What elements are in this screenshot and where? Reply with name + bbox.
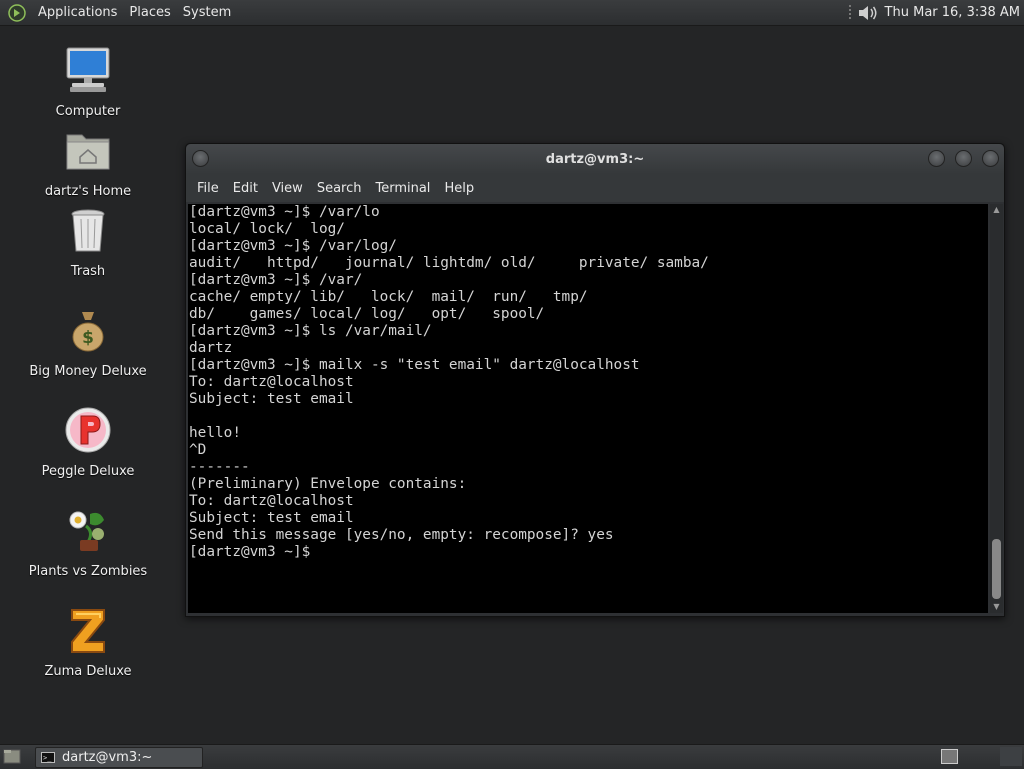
- volume-icon[interactable]: [857, 4, 879, 22]
- desktop-icon-zuma[interactable]: Zuma Deluxe: [18, 606, 158, 679]
- maximize-button[interactable]: [955, 150, 972, 167]
- terminal-line: (Preliminary) Envelope contains:: [189, 476, 467, 492]
- menu-search[interactable]: Search: [310, 181, 369, 196]
- svg-text:$: $: [82, 328, 94, 348]
- menu-terminal[interactable]: Terminal: [368, 181, 437, 196]
- terminal-line: [dartz@vm3 ~]$ /var/: [189, 272, 363, 288]
- terminal-line: [dartz@vm3 ~]$ ls /var/mail/: [189, 323, 432, 339]
- terminal-line: db/ games/ local/ log/ opt/ spool/: [189, 306, 545, 322]
- menu-help[interactable]: Help: [437, 181, 481, 196]
- menu-view[interactable]: View: [265, 181, 310, 196]
- home-folder-icon: [66, 134, 110, 170]
- trash-icon: [71, 209, 105, 252]
- terminal-menubar: File Edit View Search Terminal Help: [186, 174, 1004, 202]
- terminal-line: audit/ httpd/ journal/ lightdm/ old/ pri…: [189, 255, 709, 271]
- terminal-prompt-line: [dartz@vm3 ~]$: [189, 544, 319, 560]
- desktop-icon-computer[interactable]: Computer: [18, 46, 158, 119]
- desktop-icon-label: dartz's Home: [44, 184, 132, 199]
- money-bag-icon: $: [72, 312, 104, 352]
- terminal-line: To: dartz@localhost: [189, 374, 354, 390]
- terminal-line: Subject: test email: [189, 391, 354, 407]
- applications-menu[interactable]: Applications: [32, 5, 123, 20]
- terminal-line: cache/ empty/ lib/ lock/ mail/ run/ tmp/: [189, 289, 588, 305]
- desktop-icon-home[interactable]: dartz's Home: [18, 126, 158, 199]
- desktop-icon-label: Zuma Deluxe: [44, 664, 132, 679]
- plants-vs-zombies-icon: [69, 511, 104, 551]
- desktop-icon-peggle[interactable]: Peggle Deluxe: [18, 406, 158, 479]
- close-button[interactable]: [982, 150, 999, 167]
- scroll-up-arrow-icon[interactable]: ▲: [990, 204, 1003, 216]
- distro-logo-icon[interactable]: [8, 3, 26, 22]
- zuma-icon: [71, 609, 105, 653]
- window-title: dartz@vm3:~: [545, 152, 645, 167]
- terminal-line: hello!: [189, 425, 241, 441]
- terminal-icon: >_: [41, 752, 55, 763]
- bottom-panel: >_ dartz@vm3:~: [0, 744, 1024, 769]
- places-menu[interactable]: Places: [123, 5, 176, 20]
- desktop-icon-label: Plants vs Zombies: [28, 564, 148, 579]
- terminal-window[interactable]: dartz@vm3:~ File Edit View Search Termin…: [185, 143, 1005, 617]
- taskbar-button-label: dartz@vm3:~: [62, 750, 153, 765]
- terminal-line: ^D: [189, 442, 207, 458]
- terminal-line: [dartz@vm3 ~]$ /var/log/: [189, 238, 397, 254]
- system-menu[interactable]: System: [177, 5, 237, 20]
- terminal-line: To: dartz@localhost: [189, 493, 354, 509]
- desktop-icon-plants-vs-zombies[interactable]: Plants vs Zombies: [18, 506, 158, 579]
- workspace-switcher-empty[interactable]: [1000, 747, 1022, 766]
- terminal-titlebar[interactable]: dartz@vm3:~: [186, 144, 1004, 174]
- tray-separator: [848, 4, 851, 21]
- minimize-button[interactable]: [928, 150, 945, 167]
- scrollbar-thumb[interactable]: [992, 539, 1001, 599]
- workspace-switcher[interactable]: [941, 749, 958, 764]
- terminal-scrollbar[interactable]: ▲ ▼: [990, 204, 1003, 613]
- terminal-line: dartz: [189, 340, 233, 356]
- terminal-line: [dartz@vm3 ~]$ /var/lo: [189, 204, 380, 220]
- terminal-line: Send this message [yes/no, empty: recomp…: [189, 527, 614, 543]
- clock[interactable]: Thu Mar 16, 3:38 AM: [885, 5, 1020, 20]
- computer-icon: [66, 47, 110, 92]
- terminal-text: [dartz@vm3 ~]$ /var/lo local/ lock/ log/…: [188, 204, 988, 561]
- show-desktop-icon[interactable]: [3, 748, 21, 765]
- peggle-icon: [65, 407, 111, 453]
- menu-edit[interactable]: Edit: [226, 181, 265, 196]
- menu-file[interactable]: File: [190, 181, 226, 196]
- desktop-icon-trash[interactable]: Trash: [18, 206, 158, 279]
- desktop-icon-label: Peggle Deluxe: [41, 464, 135, 479]
- terminal-line: [dartz@vm3 ~]$ mailx -s "test email" dar…: [189, 357, 640, 373]
- terminal-line: local/ lock/ log/: [189, 221, 345, 237]
- terminal-line: Subject: test email: [189, 510, 354, 526]
- top-panel: Applications Places System Thu Mar 16, 3…: [0, 0, 1024, 26]
- desktop-icon-label: Trash: [70, 264, 106, 279]
- scroll-down-arrow-icon[interactable]: ▼: [990, 601, 1003, 613]
- desktop-icon-label: Computer: [55, 104, 121, 119]
- desktop-icon-label: Big Money Deluxe: [29, 364, 147, 379]
- desktop-icon-big-money[interactable]: $ Big Money Deluxe: [18, 306, 158, 379]
- taskbar-terminal-button[interactable]: >_ dartz@vm3:~: [35, 747, 203, 768]
- terminal-line: -------: [189, 459, 250, 475]
- terminal-output-area[interactable]: [dartz@vm3 ~]$ /var/lo local/ lock/ log/…: [188, 204, 988, 613]
